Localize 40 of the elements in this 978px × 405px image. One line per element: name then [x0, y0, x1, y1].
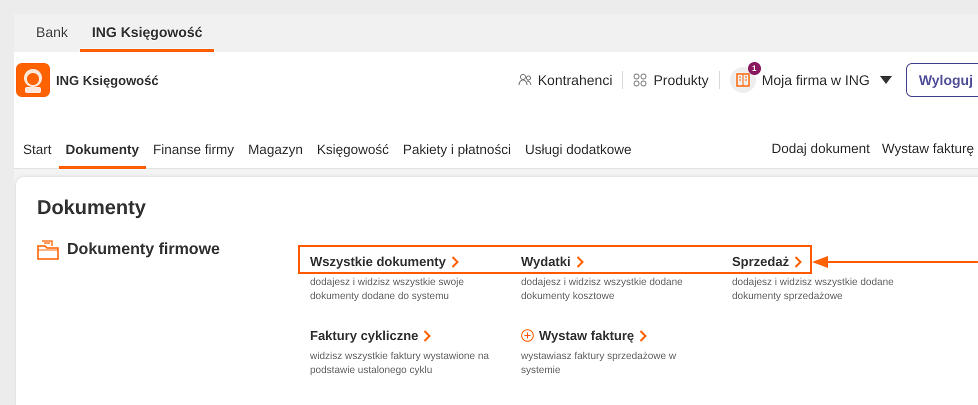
link-description: widzisz wszystkie faktury wystawione na podstawie ustalonego cyklu [310, 350, 490, 378]
brand-name: ING Księgowość [56, 72, 159, 88]
header-link[interactable]: Kontrahenci [508, 71, 624, 89]
notification-badge: 1 [748, 62, 761, 75]
nav-tab[interactable]: Pakiety i płatności [396, 142, 518, 169]
chevron-right-icon [639, 330, 648, 342]
document-link[interactable]: Sprzedaż [732, 254, 802, 269]
building-icon [736, 73, 750, 87]
company-avatar[interactable] [730, 67, 756, 93]
grid-icon [633, 73, 648, 87]
nav-tab[interactable]: Magazyn [241, 142, 310, 169]
document-link[interactable]: Wydatki [521, 254, 584, 269]
caret-icon [880, 76, 892, 84]
nav-action-link[interactable]: Dodaj dokument [766, 141, 876, 168]
nav-tab[interactable]: Start [16, 142, 59, 169]
chevron-right-icon [576, 256, 584, 268]
plus-icon [521, 329, 534, 342]
nav-tab[interactable]: Dokumenty [58, 142, 146, 169]
link-description: dodajesz i widzisz wszystkie dodane dokumenty sprzedażowe [732, 276, 895, 304]
link-description: wystawiasz faktury sprzedażowe w systemie [521, 350, 678, 378]
section-title: Dokumenty firmowe [67, 241, 220, 259]
company-menu-label[interactable]: Moja firma w ING [762, 72, 870, 88]
nav-tab[interactable]: Księgowość [310, 142, 396, 169]
chevron-right-icon [423, 330, 432, 342]
document-link[interactable]: Wszystkie dokumenty [310, 254, 459, 269]
logout-button[interactable]: Wyloguj [906, 63, 978, 97]
folder-icon [37, 240, 59, 260]
link-description: dodajesz i widzisz wszystkie dodane dokumenty kosztowe [521, 276, 684, 304]
chevron-right-icon [450, 256, 459, 268]
header-link[interactable]: Produkty [623, 71, 720, 89]
link-description: dodajesz i widzisz wszystkie swoje dokumenty dodane do systemu [310, 276, 465, 304]
nav-action-link[interactable]: Wystaw fakturę [876, 141, 978, 168]
nav-tab[interactable]: Usługi dodatkowe [518, 142, 639, 169]
chevron-right-icon [794, 256, 802, 268]
document-link[interactable]: Wystaw fakturę [521, 328, 648, 343]
top-tab[interactable]: Bank [24, 14, 80, 52]
people-icon [518, 73, 532, 87]
document-link[interactable]: Faktury cykliczne [310, 328, 432, 343]
nav-tab[interactable]: Finanse firmy [146, 142, 242, 169]
page-heading: Dokumenty [37, 197, 147, 220]
